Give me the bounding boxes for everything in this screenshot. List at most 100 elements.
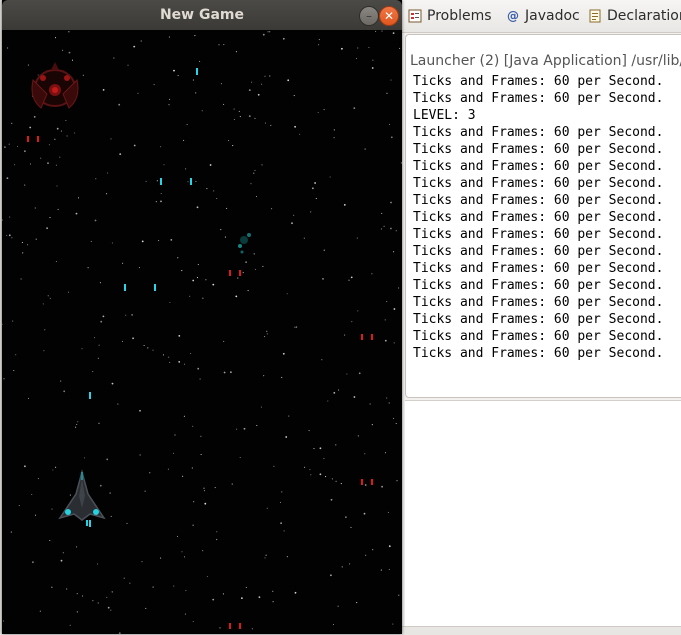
star bbox=[286, 293, 288, 295]
star bbox=[255, 195, 258, 198]
console-launch-header: Launcher (2) [Java Application] /usr/lib… bbox=[410, 53, 681, 69]
star bbox=[381, 212, 383, 214]
star bbox=[335, 480, 337, 482]
star bbox=[247, 290, 249, 292]
star bbox=[68, 51, 71, 54]
star bbox=[6, 234, 8, 237]
star bbox=[256, 424, 258, 427]
player-laser bbox=[89, 392, 91, 399]
star bbox=[168, 36, 170, 38]
star bbox=[192, 620, 194, 623]
star bbox=[294, 125, 296, 128]
star bbox=[216, 197, 218, 200]
window-titlebar[interactable]: New Game – ✕ bbox=[2, 0, 402, 30]
star bbox=[197, 264, 199, 266]
console-view[interactable]: Launcher (2) [Java Application] /usr/lib… bbox=[405, 34, 681, 398]
star bbox=[140, 40, 142, 42]
star bbox=[168, 104, 170, 106]
star bbox=[55, 164, 57, 166]
console-line: Ticks and Frames: 60 per Second. bbox=[413, 210, 664, 225]
game-canvas[interactable] bbox=[2, 30, 402, 634]
star bbox=[127, 64, 129, 66]
star bbox=[173, 585, 175, 587]
star bbox=[272, 590, 274, 592]
star bbox=[325, 476, 327, 478]
star bbox=[27, 397, 30, 399]
console-line: Ticks and Frames: 60 per Second. bbox=[413, 329, 664, 344]
star bbox=[199, 60, 201, 62]
star bbox=[241, 597, 243, 599]
star bbox=[9, 216, 11, 218]
star bbox=[29, 163, 32, 165]
star bbox=[199, 378, 201, 380]
star bbox=[267, 31, 269, 33]
star bbox=[309, 469, 311, 471]
view-tab-bar: Problems @ Javadoc Declaration bbox=[402, 0, 681, 33]
star bbox=[390, 227, 392, 230]
star bbox=[55, 466, 57, 468]
star bbox=[111, 382, 114, 385]
star bbox=[233, 118, 235, 121]
star bbox=[132, 337, 135, 340]
star bbox=[121, 340, 124, 342]
tab-problems[interactable]: Problems bbox=[408, 6, 492, 26]
star bbox=[364, 148, 366, 150]
star bbox=[200, 453, 202, 456]
star bbox=[27, 244, 29, 246]
star bbox=[282, 352, 285, 355]
console-line: Ticks and Frames: 60 per Second. bbox=[413, 91, 664, 106]
tab-javadoc[interactable]: @ Javadoc bbox=[506, 6, 580, 26]
star bbox=[183, 363, 186, 365]
star bbox=[372, 59, 374, 61]
star bbox=[332, 624, 335, 626]
star bbox=[48, 144, 50, 146]
star bbox=[380, 228, 382, 230]
star bbox=[77, 421, 79, 423]
console-line: Ticks and Frames: 60 per Second. bbox=[413, 278, 664, 293]
star bbox=[76, 423, 78, 426]
star bbox=[395, 230, 397, 232]
star bbox=[216, 539, 218, 541]
minimize-button[interactable]: – bbox=[359, 6, 379, 26]
star bbox=[138, 267, 141, 269]
star bbox=[356, 237, 358, 239]
star bbox=[251, 628, 253, 630]
star bbox=[266, 330, 268, 332]
star bbox=[13, 369, 15, 372]
star bbox=[117, 403, 119, 405]
star bbox=[261, 83, 263, 85]
star bbox=[238, 110, 240, 112]
star bbox=[296, 326, 298, 328]
star bbox=[106, 193, 108, 195]
close-button[interactable]: ✕ bbox=[379, 6, 399, 26]
star bbox=[323, 457, 325, 460]
close-icon: ✕ bbox=[383, 9, 395, 23]
star bbox=[131, 314, 134, 316]
star bbox=[371, 424, 373, 426]
star bbox=[381, 485, 383, 488]
star bbox=[291, 222, 293, 225]
enemy-laser bbox=[229, 623, 231, 629]
tab-declaration[interactable]: Declaration bbox=[588, 6, 681, 26]
star bbox=[226, 207, 228, 209]
star bbox=[294, 326, 296, 328]
star bbox=[239, 116, 241, 118]
star bbox=[253, 172, 255, 174]
star bbox=[222, 593, 224, 595]
star bbox=[195, 92, 197, 94]
console-output[interactable]: Ticks and Frames: 60 per Second. Ticks an… bbox=[413, 73, 663, 362]
star bbox=[350, 526, 352, 528]
star bbox=[358, 372, 361, 375]
star bbox=[205, 279, 207, 281]
star bbox=[313, 448, 315, 450]
star bbox=[149, 472, 151, 474]
game-window: New Game – ✕ bbox=[2, 0, 402, 634]
star bbox=[118, 103, 121, 106]
star bbox=[270, 124, 272, 126]
star bbox=[384, 319, 386, 321]
enemy-laser bbox=[361, 479, 363, 485]
star bbox=[31, 493, 33, 496]
star bbox=[152, 349, 154, 351]
star bbox=[253, 253, 255, 255]
star bbox=[129, 582, 131, 584]
